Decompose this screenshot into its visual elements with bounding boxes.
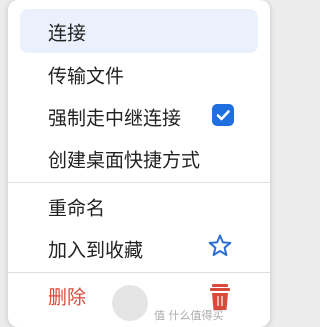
menu-item-transfer-files[interactable]: 传输文件 — [8, 55, 270, 95]
watermark-text: 值 什么值得买 — [154, 309, 224, 322]
menu-item-create-shortcut[interactable]: 创建桌面快捷方式 — [8, 139, 270, 179]
menu-item-rename-label: 重命名 — [48, 197, 106, 220]
menu-divider-2 — [8, 272, 270, 273]
menu-divider — [8, 182, 270, 183]
menu-item-transfer-files-label: 传输文件 — [48, 65, 125, 88]
menu-item-create-shortcut-label: 创建桌面快捷方式 — [48, 149, 201, 172]
menu-item-connect-label: 连接 — [48, 22, 87, 45]
menu-item-add-favorite-label: 加入到收藏 — [48, 239, 144, 262]
watermark-logo-icon — [112, 285, 148, 321]
menu-item-connect[interactable]: 连接 — [8, 12, 270, 52]
menu-item-force-relay-label: 强制走中继连接 — [48, 107, 182, 130]
context-menu: 连接 传输文件 强制走中继连接 创建桌面快捷方式 重命名 加入到收藏 删除 值 … — [8, 0, 270, 327]
star-outline-icon[interactable] — [207, 233, 233, 259]
checkbox-checked-icon[interactable] — [212, 104, 234, 126]
watermark: 值 什么值得买 — [110, 282, 270, 327]
menu-item-delete-label: 删除 — [48, 286, 87, 309]
menu-item-rename[interactable]: 重命名 — [8, 187, 270, 227]
